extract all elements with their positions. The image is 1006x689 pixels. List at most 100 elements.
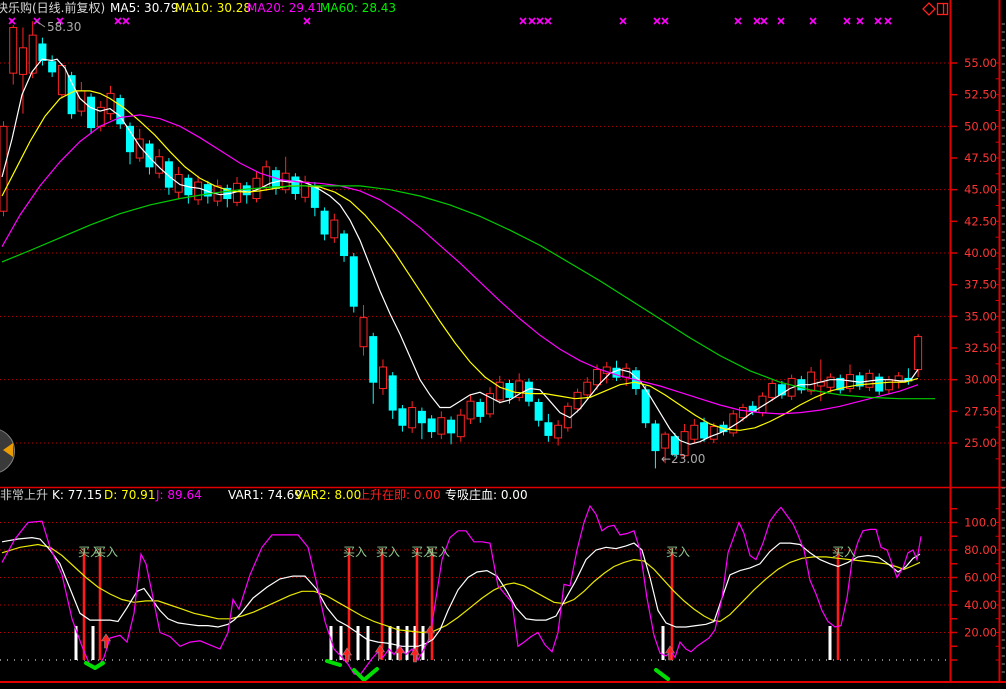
candle-body xyxy=(321,211,328,234)
candle-body xyxy=(623,368,630,377)
candle-body xyxy=(710,427,717,440)
buy-label: 买入 xyxy=(426,545,450,559)
price-tick-label: 25.00 xyxy=(964,436,997,450)
candle-body xyxy=(808,372,815,391)
candle-body xyxy=(350,257,357,306)
candle-body xyxy=(584,382,591,395)
indicator-value-label: 上升在即: 0.00 xyxy=(358,488,441,502)
candle-body xyxy=(311,186,318,208)
indicator-value-label: K: 77.15 xyxy=(52,488,102,502)
candle-body xyxy=(243,186,250,195)
indicator-value-label: VAR1: 74.69 xyxy=(228,488,302,502)
indicator-line-d xyxy=(2,545,920,633)
price-tick-label: 47.50 xyxy=(964,151,997,165)
stock-title: 快乐购(日线.前复权) xyxy=(0,1,105,16)
candle-body xyxy=(302,182,309,197)
candle-body xyxy=(574,392,581,408)
price-tick-label: 27.50 xyxy=(964,404,997,418)
candle-body xyxy=(360,318,367,347)
indicator-header: 非常上升K: 77.15D: 70.91J: 89.64VAR1: 74.69V… xyxy=(0,488,950,503)
stock-chart-window: 买入买入买入买入买入买入买入买入55.0052.5050.0047.5045.0… xyxy=(0,0,1006,689)
price-tick-label: 52.50 xyxy=(964,88,997,102)
low-price-annotation: ←23.00 xyxy=(661,453,705,465)
candle-body xyxy=(19,48,26,75)
candle-body xyxy=(341,234,348,256)
chart-canvas[interactable]: 买入买入买入买入买入买入买入买入55.0052.5050.0047.5045.0… xyxy=(0,0,1006,689)
signal-bar xyxy=(367,626,370,660)
price-tick-label: 35.00 xyxy=(964,309,997,323)
candle-body xyxy=(292,177,299,193)
candle-body xyxy=(555,425,562,438)
signal-bar xyxy=(829,626,832,660)
candle-body xyxy=(49,62,56,72)
indicator-value-label: VAR2: 8.00 xyxy=(295,488,361,502)
candle-body xyxy=(535,402,542,420)
price-tick-label: 32.50 xyxy=(964,341,997,355)
candle-body xyxy=(652,424,659,451)
price-tick-label: 42.50 xyxy=(964,214,997,228)
candle-body xyxy=(399,409,406,425)
candle-body xyxy=(827,377,834,387)
candle-body xyxy=(662,434,669,448)
ma-label: MA60: 28.43 xyxy=(320,1,396,16)
ma-label: MA10: 30.28 xyxy=(175,1,251,16)
price-tick-label: 45.00 xyxy=(964,183,997,197)
buy-arrow-icon xyxy=(102,634,111,648)
candle-body xyxy=(467,401,474,419)
candle-body xyxy=(58,66,65,95)
candle-body xyxy=(701,423,708,438)
candle-body xyxy=(457,415,464,437)
candle-body xyxy=(915,337,922,370)
indicator-tick-label: 20.00 xyxy=(964,626,997,640)
candle-body xyxy=(370,337,377,383)
indicator-value-label: 非常上升 xyxy=(0,488,48,502)
candle-body xyxy=(885,380,892,390)
buy-label: 买入 xyxy=(832,545,856,559)
candle-body xyxy=(195,182,202,200)
candle-body xyxy=(642,390,649,423)
candle-body xyxy=(39,44,46,60)
price-tick-label: 40.00 xyxy=(964,246,997,260)
candle-body xyxy=(594,370,601,385)
candle-body xyxy=(379,367,386,389)
price-tick-label: 30.00 xyxy=(964,373,997,387)
signal-bar xyxy=(357,626,360,660)
ma-line-ma60 xyxy=(2,186,935,399)
green-bottom-mark xyxy=(86,663,103,668)
ma-label: MA5: 30.79 xyxy=(110,1,178,16)
candle-body xyxy=(0,126,7,211)
price-tick-label: 55.00 xyxy=(964,56,997,70)
candle-body xyxy=(78,91,85,111)
buy-label: 买入 xyxy=(94,545,118,559)
signal-bar xyxy=(422,626,425,660)
candle-body xyxy=(88,97,95,127)
buy-label: 买入 xyxy=(376,545,400,559)
buy-label: 买入 xyxy=(666,545,690,559)
price-tick-label: 37.50 xyxy=(964,278,997,292)
candle-body xyxy=(418,411,425,422)
green-bottom-mark xyxy=(656,670,668,679)
candle-body xyxy=(389,376,396,410)
indicator-value-label: 专吸庄血: 0.00 xyxy=(445,488,528,502)
candle-body xyxy=(769,383,776,397)
candle-body xyxy=(516,381,523,397)
indicator-tick-label: 60.00 xyxy=(964,571,997,585)
buy-label: 买入 xyxy=(343,545,367,559)
candle-body xyxy=(477,402,484,416)
indicator-tick-label: 80.00 xyxy=(964,543,997,557)
price-tick-label: 50.00 xyxy=(964,119,997,133)
ma-label: MA20: 29.41 xyxy=(247,1,323,16)
peak-price-annotation: 58.30 xyxy=(47,21,81,33)
candle-body xyxy=(525,382,532,401)
indicator-value-label: D: 70.91 xyxy=(104,488,155,502)
indicator-tick-label: 40.00 xyxy=(964,598,997,612)
indicator-line-k xyxy=(2,538,920,647)
chart-header: 快乐购(日线.前复权) MA5: 30.79MA10: 30.28MA20: 2… xyxy=(0,0,1006,16)
candle-body xyxy=(545,423,552,436)
candle-body xyxy=(428,419,435,432)
green-bottom-mark xyxy=(327,661,340,665)
candle-body xyxy=(126,126,133,151)
candle-body xyxy=(10,28,17,74)
signal-bar xyxy=(92,626,95,660)
candle-body xyxy=(739,408,746,418)
